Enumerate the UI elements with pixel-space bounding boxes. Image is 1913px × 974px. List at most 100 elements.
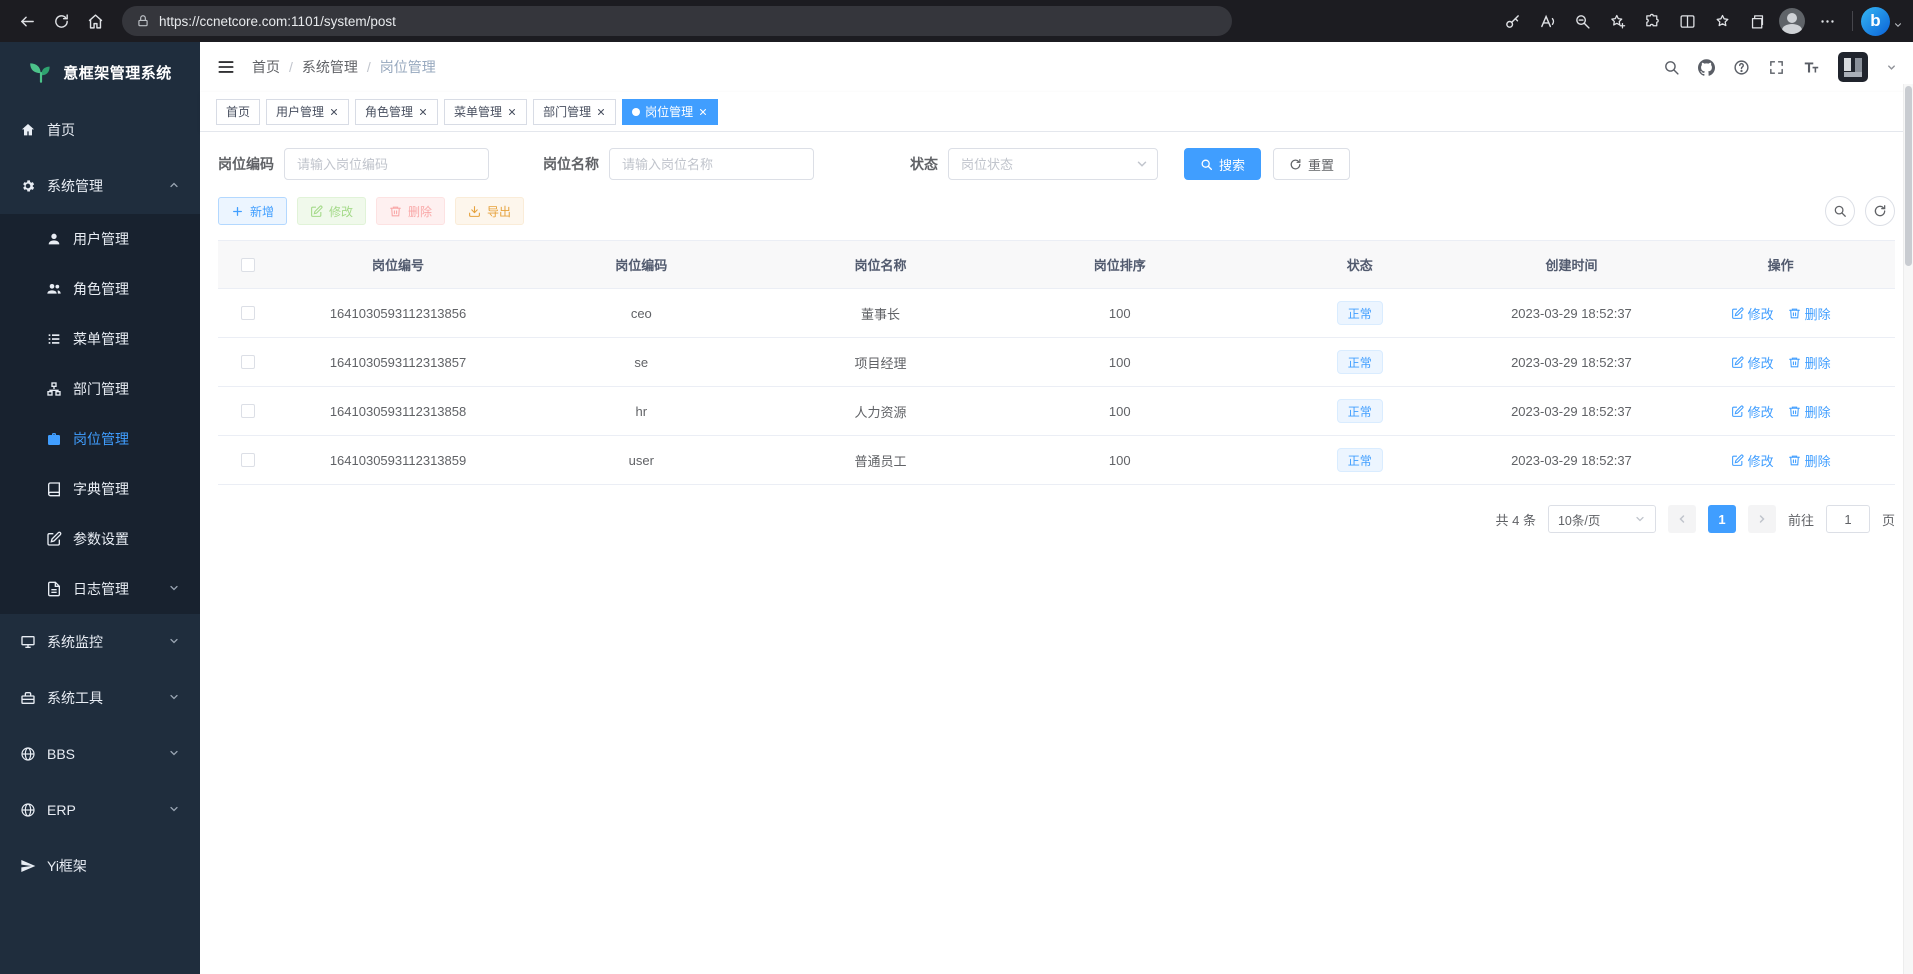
header-post-order: 岗位排序 (996, 255, 1243, 274)
add-button[interactable]: 新增 (218, 197, 287, 225)
zoom-out-icon[interactable] (1565, 5, 1599, 37)
sidebar-item-system-tools[interactable]: 系统工具 (0, 670, 200, 726)
browser-menu-icon[interactable] (1810, 5, 1844, 37)
row-edit-link[interactable]: 修改 (1731, 402, 1774, 421)
refresh-icon[interactable] (44, 5, 78, 37)
row-checkbox[interactable] (241, 404, 255, 418)
post-name-input[interactable] (609, 148, 814, 180)
sidebar-item-system-management[interactable]: 系统管理 (0, 158, 200, 214)
copilot-dropdown-icon[interactable] (1893, 17, 1903, 37)
help-icon[interactable] (1733, 59, 1750, 76)
sidebar-item-role-management[interactable]: 角色管理 (0, 264, 200, 314)
row-delete-link[interactable]: 删除 (1788, 451, 1831, 470)
delete-button[interactable]: 删除 (376, 197, 445, 225)
row-checkbox[interactable] (241, 453, 255, 467)
page-scrollbar[interactable] (1903, 84, 1913, 974)
font-size-icon[interactable] (1803, 59, 1820, 76)
split-screen-icon[interactable] (1670, 5, 1704, 37)
header-actions: 操作 (1666, 255, 1895, 274)
sidebar: 意框架管理系统 首页 系统管理 用户管理 角色 (0, 42, 200, 974)
close-icon[interactable] (329, 107, 339, 117)
edit-icon (310, 205, 323, 218)
search-button[interactable]: 搜索 (1184, 148, 1261, 180)
sidebar-item-param-settings[interactable]: 参数设置 (0, 514, 200, 564)
sidebar-item-log-management[interactable]: 日志管理 (0, 564, 200, 614)
page-number-button[interactable]: 1 (1708, 505, 1736, 533)
user-avatar[interactable] (1838, 52, 1868, 82)
chevron-down-icon (168, 634, 180, 650)
trash-icon (1788, 307, 1801, 320)
row-edit-link[interactable]: 修改 (1731, 304, 1774, 323)
refresh-table-button[interactable] (1865, 196, 1895, 226)
sidebar-item-dict-management[interactable]: 字典管理 (0, 464, 200, 514)
row-delete-link[interactable]: 删除 (1788, 402, 1831, 421)
tab-home[interactable]: 首页 (216, 99, 260, 125)
row-edit-link[interactable]: 修改 (1731, 451, 1774, 470)
globe-icon (20, 802, 36, 818)
collections-icon[interactable] (1740, 5, 1774, 37)
sidebar-item-post-management[interactable]: 岗位管理 (0, 414, 200, 464)
breadcrumb-home[interactable]: 首页 (252, 57, 280, 77)
add-favorite-icon[interactable] (1600, 5, 1634, 37)
back-icon[interactable] (10, 5, 44, 37)
bing-copilot-icon[interactable]: b (1861, 7, 1890, 36)
breadcrumb-system[interactable]: 系统管理 (302, 57, 358, 77)
select-all-checkbox[interactable] (241, 258, 255, 272)
sidebar-item-yi-framework[interactable]: Yi框架 (0, 838, 200, 894)
tab-post-management[interactable]: 岗位管理 (622, 99, 718, 125)
row-checkbox[interactable] (241, 306, 255, 320)
prev-page-button[interactable] (1668, 505, 1696, 533)
sidebar-item-bbs[interactable]: BBS (0, 726, 200, 782)
cell-post-code: ceo (518, 306, 765, 321)
chevron-down-icon (168, 802, 180, 818)
sidebar-item-menu-management[interactable]: 菜单管理 (0, 314, 200, 364)
pagination: 共 4 条 10条/页 1 前往 页 (218, 505, 1895, 533)
post-code-input[interactable] (284, 148, 489, 180)
close-icon[interactable] (507, 107, 517, 117)
monitor-icon (20, 634, 36, 650)
sidebar-item-erp[interactable]: ERP (0, 782, 200, 838)
fullscreen-icon[interactable] (1768, 59, 1785, 76)
sidebar-item-user-management[interactable]: 用户管理 (0, 214, 200, 264)
tab-role-management[interactable]: 角色管理 (355, 99, 438, 125)
row-edit-link[interactable]: 修改 (1731, 353, 1774, 372)
tab-dept-management[interactable]: 部门管理 (533, 99, 616, 125)
status-select[interactable] (948, 148, 1158, 180)
close-icon[interactable] (698, 107, 708, 117)
tab-user-management[interactable]: 用户管理 (266, 99, 349, 125)
sidebar-toggle-icon[interactable] (216, 57, 236, 77)
sidebar-item-home[interactable]: 首页 (0, 102, 200, 158)
edit-icon (1731, 454, 1744, 467)
app-logo[interactable]: 意框架管理系统 (0, 42, 200, 102)
sidebar-item-dept-management[interactable]: 部门管理 (0, 364, 200, 414)
user-menu-caret-icon[interactable] (1886, 62, 1897, 73)
tab-menu-management[interactable]: 菜单管理 (444, 99, 527, 125)
close-icon[interactable] (596, 107, 606, 117)
close-icon[interactable] (418, 107, 428, 117)
read-aloud-icon[interactable] (1530, 5, 1564, 37)
row-checkbox[interactable] (241, 355, 255, 369)
show-search-toggle-button[interactable] (1825, 196, 1855, 226)
row-delete-link[interactable]: 删除 (1788, 304, 1831, 323)
reset-button[interactable]: 重置 (1273, 148, 1350, 180)
favorites-bar-icon[interactable] (1705, 5, 1739, 37)
status-select-input[interactable] (948, 148, 1158, 180)
sidebar-item-system-monitor[interactable]: 系统监控 (0, 614, 200, 670)
search-icon[interactable] (1663, 59, 1680, 76)
address-bar[interactable]: https://ccnetcore.com:1101/system/post (122, 6, 1232, 36)
home-icon[interactable] (78, 5, 112, 37)
cell-post-id: 1641030593112313859 (278, 453, 518, 468)
goto-page-input[interactable] (1826, 505, 1870, 533)
page-size-select[interactable]: 10条/页 (1548, 505, 1656, 533)
password-key-icon[interactable] (1495, 5, 1529, 37)
scrollbar-thumb[interactable] (1905, 86, 1912, 266)
github-icon[interactable] (1698, 59, 1715, 76)
next-page-button[interactable] (1748, 505, 1776, 533)
edit-button[interactable]: 修改 (297, 197, 366, 225)
total-count: 共 4 条 (1496, 510, 1536, 529)
tags-view-bar: 首页 用户管理 角色管理 菜单管理 部门管理 (200, 92, 1913, 132)
extensions-icon[interactable] (1635, 5, 1669, 37)
export-button[interactable]: 导出 (455, 197, 524, 225)
row-delete-link[interactable]: 删除 (1788, 353, 1831, 372)
profile-avatar[interactable] (1775, 5, 1809, 37)
